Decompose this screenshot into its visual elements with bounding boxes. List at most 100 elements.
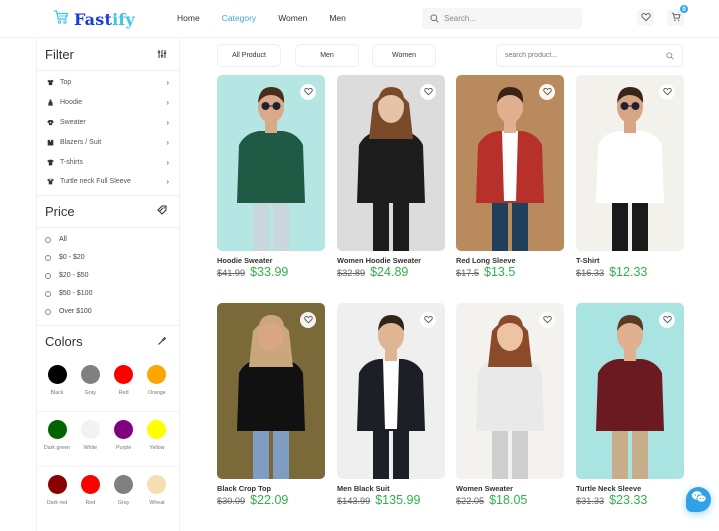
color-option[interactable]: Purple (108, 419, 140, 466)
color-label: Yellow (149, 444, 165, 451)
colors-title: Colors (45, 334, 83, 350)
color-option[interactable]: Wheat (141, 474, 173, 522)
product-image[interactable] (576, 303, 684, 479)
nav-women[interactable]: Women (278, 13, 307, 23)
original-price: $22.05 (456, 496, 485, 506)
color-swatch (47, 474, 67, 494)
product-card[interactable]: Black Crop Top $30.09 $22.09 (217, 303, 325, 507)
product-card[interactable]: T-Shirt $16.33 $12.33 (576, 75, 684, 279)
color-swatch (80, 364, 100, 384)
category-item-blazers[interactable]: Blazers / Suit › (37, 132, 179, 152)
add-to-wishlist-button[interactable] (300, 84, 316, 100)
add-to-wishlist-button[interactable] (420, 84, 436, 100)
radio-button[interactable] (45, 272, 51, 279)
product-name[interactable]: Women Sweater (456, 484, 564, 493)
product-image[interactable] (576, 75, 684, 251)
product-image[interactable] (456, 75, 564, 251)
product-search-input[interactable] (505, 52, 666, 59)
price-option-20-50[interactable]: $20 - $50 (37, 267, 179, 285)
sale-price: $13.5 (484, 265, 516, 279)
nav-home[interactable]: Home (177, 13, 200, 23)
category-item-turtleneck[interactable]: Turtle neck Full Sleeve › (37, 172, 179, 192)
price-option-all[interactable]: All (37, 231, 179, 249)
color-row: Dark red Red Gray Wheat (37, 474, 179, 522)
radio-button[interactable] (45, 236, 51, 243)
filter-all-products-button[interactable]: All Product (217, 44, 281, 67)
category-item-sweater[interactable]: Sweater › (37, 113, 179, 133)
price-title: Price (45, 203, 75, 219)
price-option-0-20[interactable]: $0 - $20 (37, 249, 179, 267)
product-card[interactable]: Women Sweater $22.05 $18.05 (456, 303, 564, 507)
original-price: $17.5 (456, 268, 479, 278)
heart-icon (423, 83, 433, 101)
chat-button[interactable] (686, 487, 711, 512)
add-to-wishlist-button[interactable] (420, 312, 436, 328)
color-option[interactable]: Gray (108, 474, 140, 522)
product-image[interactable] (456, 303, 564, 479)
category-item-top[interactable]: Top › (37, 73, 179, 93)
price-option-50-100[interactable]: $50 - $100 (37, 285, 179, 303)
color-option[interactable]: Yellow (141, 419, 173, 466)
category-item-tshirts[interactable]: T-shirts › (37, 152, 179, 172)
radio-button[interactable] (45, 290, 51, 297)
add-to-wishlist-button[interactable] (539, 312, 555, 328)
brand-logo[interactable]: Fastify (53, 9, 135, 30)
add-to-wishlist-button[interactable] (300, 312, 316, 328)
add-to-wishlist-button[interactable] (539, 84, 555, 100)
wishlist-button[interactable] (637, 9, 654, 26)
product-name[interactable]: T-Shirt (576, 256, 684, 265)
chevron-right-icon: › (166, 137, 169, 147)
filter-men-button[interactable]: Men (295, 44, 359, 67)
price-option-over-100[interactable]: Over $100 (37, 303, 179, 321)
color-option[interactable]: Dark green (41, 419, 73, 466)
product-image[interactable] (337, 75, 445, 251)
product-prices: $32.89 $24.89 (337, 265, 445, 279)
color-option[interactable]: Red (74, 474, 106, 522)
filter-title: Filter (45, 47, 74, 62)
header-search-input[interactable] (444, 14, 574, 23)
chevron-right-icon: › (166, 78, 169, 88)
color-option[interactable]: Orange (141, 364, 173, 411)
product-name[interactable]: Black Crop Top (217, 484, 325, 493)
category-item-hoodie[interactable]: Hoodie › (37, 93, 179, 113)
product-name[interactable]: Turtle Neck Sleeve (576, 484, 684, 493)
original-price: $143.99 (337, 496, 371, 506)
suit-icon (46, 138, 54, 146)
colors-header: Colors (37, 326, 179, 358)
color-option[interactable]: Black (41, 364, 73, 411)
product-name[interactable]: Women Hoodie Sweater (337, 256, 445, 265)
product-card[interactable]: Women Hoodie Sweater $32.89 $24.89 (337, 75, 445, 279)
radio-button[interactable] (45, 254, 51, 261)
product-image[interactable] (217, 303, 325, 479)
heart-icon (662, 83, 672, 101)
search-icon[interactable] (666, 47, 674, 65)
product-name[interactable]: Hoodie Sweater (217, 256, 325, 265)
product-image[interactable] (217, 75, 325, 251)
product-card[interactable]: Turtle Neck Sleeve $31.33 $23.33 (576, 303, 684, 507)
cart-button[interactable]: 0 (667, 4, 689, 26)
chat-bubbles-icon (691, 490, 707, 509)
color-option[interactable]: Dark red (41, 474, 73, 522)
product-prices: $31.33 $23.33 (576, 493, 684, 507)
product-card[interactable]: Hoodie Sweater $41.99 $33.99 (217, 75, 325, 279)
color-swatch (47, 364, 67, 384)
sliders-icon[interactable] (157, 46, 167, 64)
color-option[interactable]: White (74, 419, 106, 466)
color-swatch (47, 419, 67, 439)
product-card[interactable]: Red Long Sleeve $17.5 $13.5 (456, 75, 564, 279)
add-to-wishlist-button[interactable] (659, 84, 675, 100)
add-to-wishlist-button[interactable] (659, 312, 675, 328)
product-name[interactable]: Men Black Suit (337, 484, 445, 493)
filter-women-button[interactable]: Women (372, 44, 436, 67)
product-card[interactable]: Men Black Suit $143.99 $135.99 (337, 303, 445, 507)
color-label: Dark green (43, 444, 71, 451)
product-image[interactable] (337, 303, 445, 479)
radio-button[interactable] (45, 308, 51, 315)
color-option[interactable]: Gray (74, 364, 106, 411)
product-prices: $30.09 $22.09 (217, 493, 325, 507)
product-name[interactable]: Red Long Sleeve (456, 256, 564, 265)
color-option[interactable]: Red (108, 364, 140, 411)
original-price: $31.33 (576, 496, 605, 506)
nav-men[interactable]: Men (329, 13, 346, 23)
nav-category[interactable]: Category (222, 13, 257, 23)
